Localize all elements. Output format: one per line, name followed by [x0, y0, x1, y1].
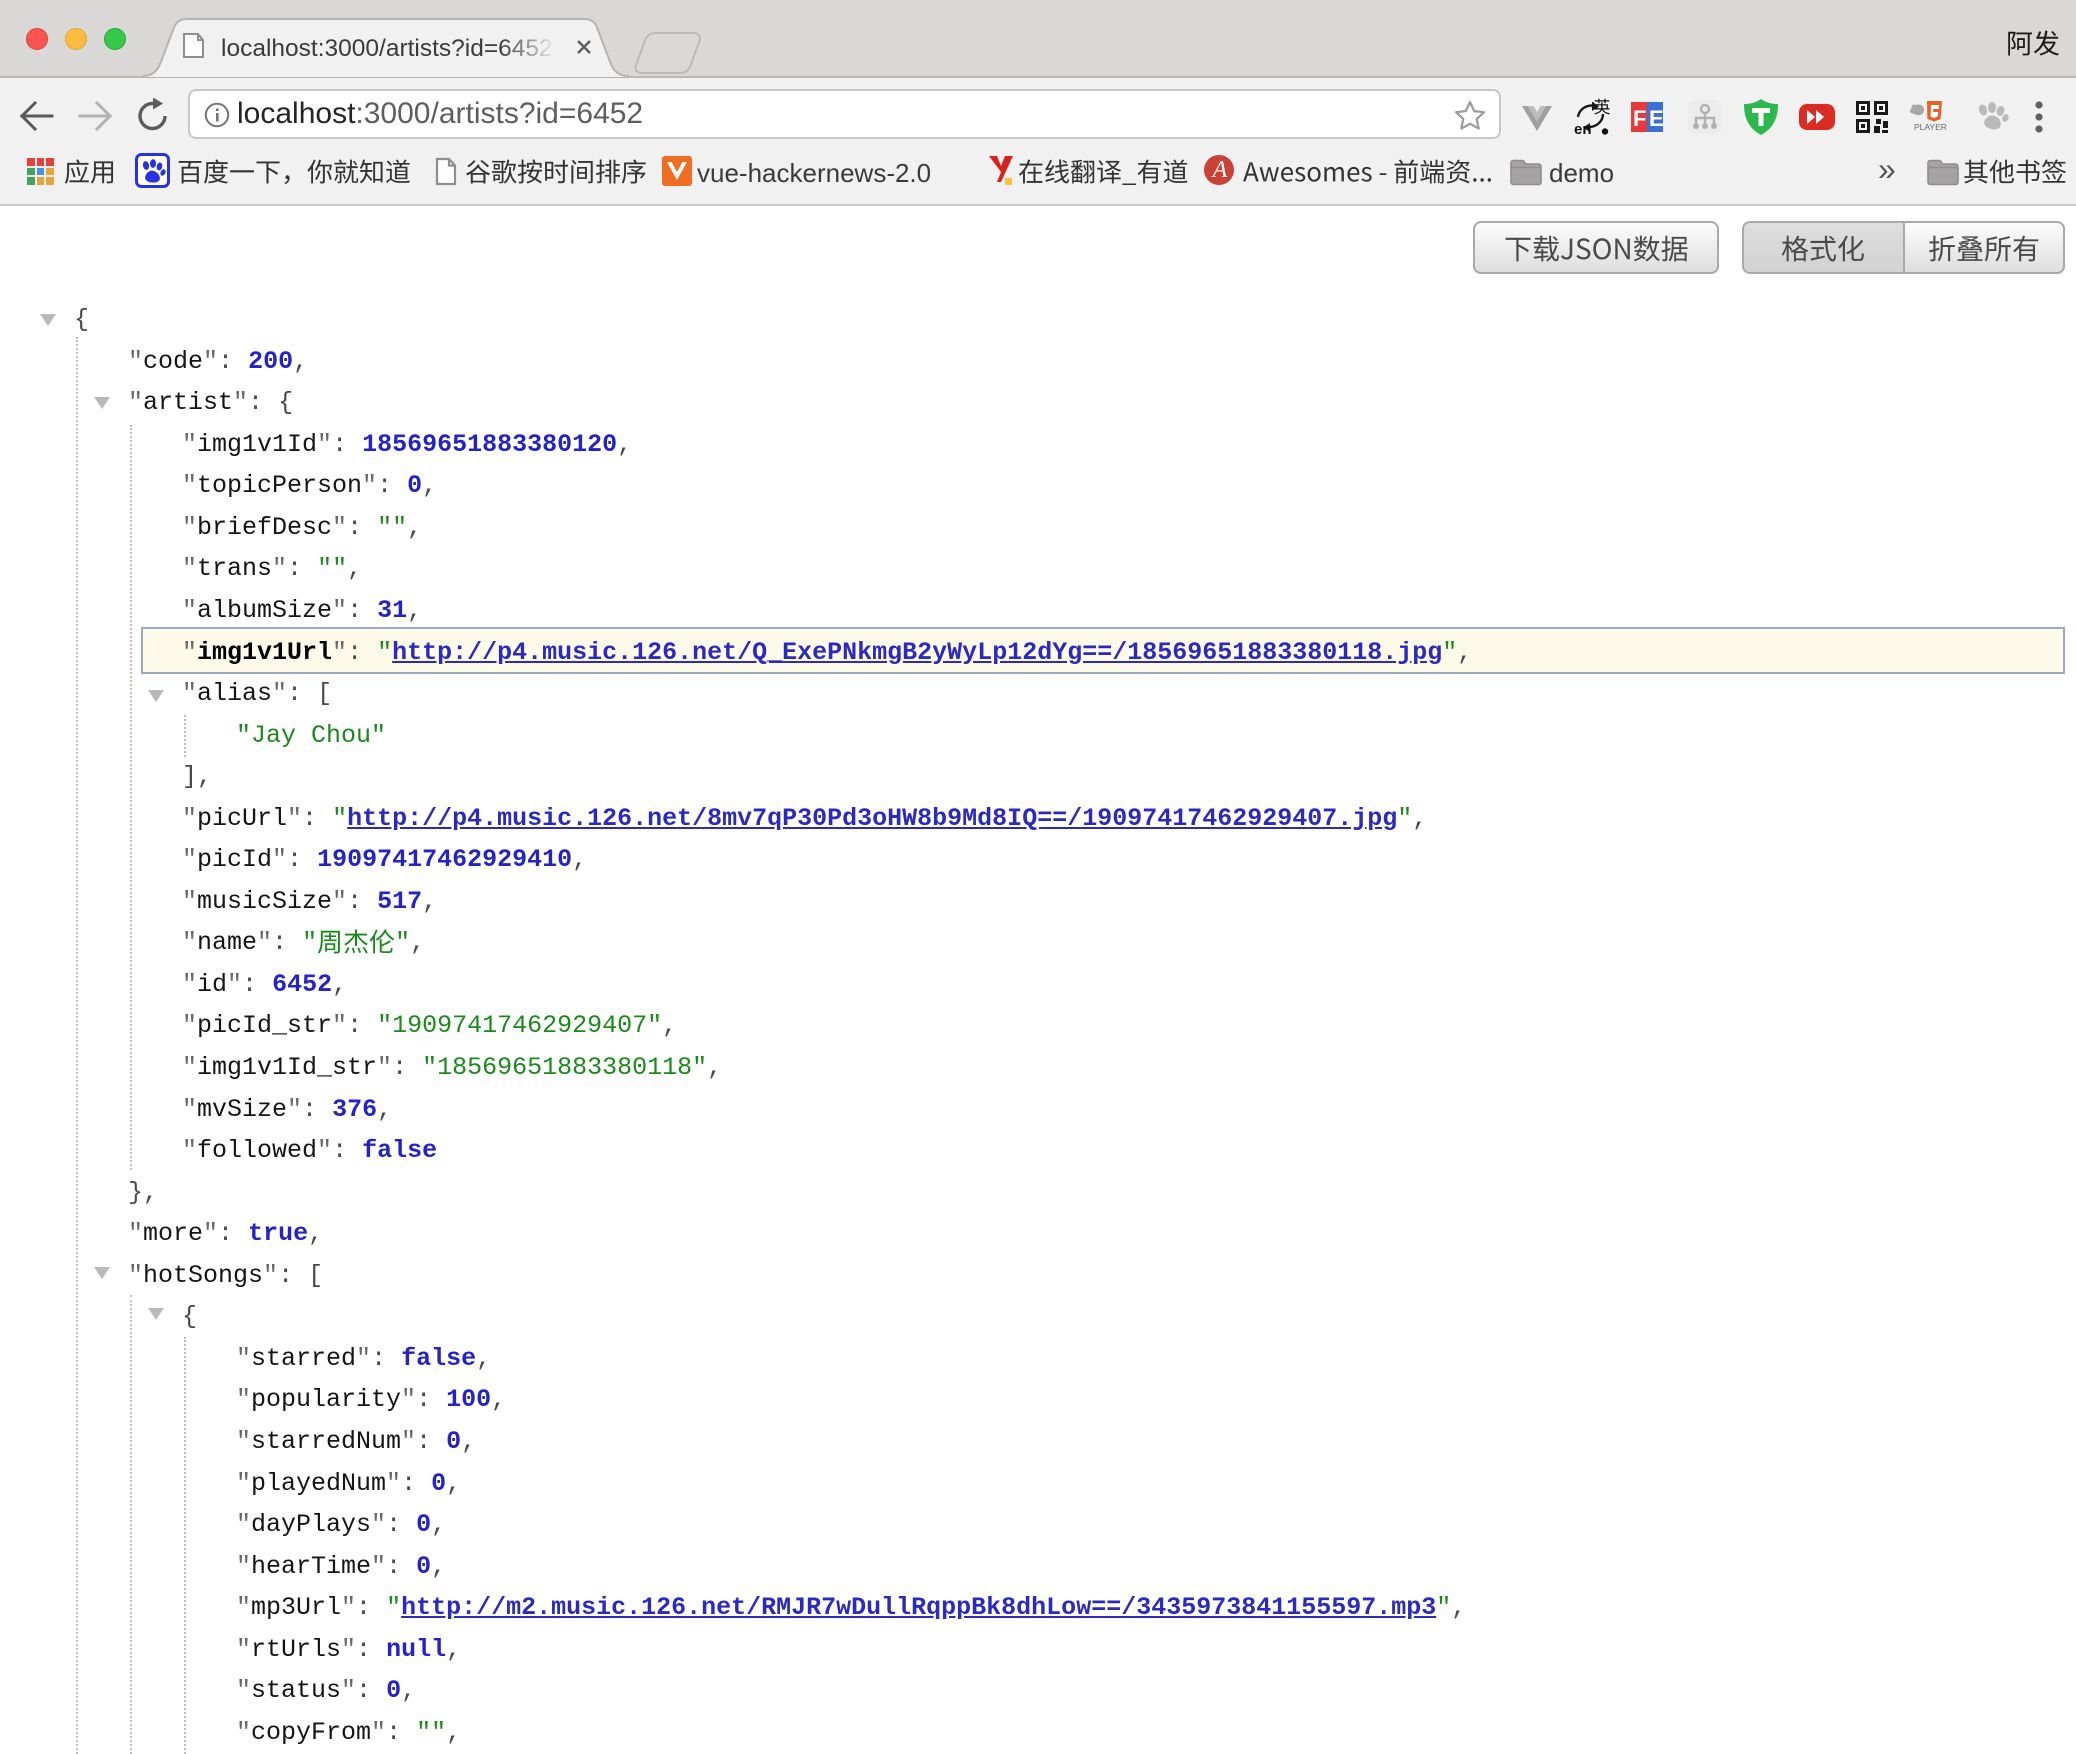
svg-text:en: en	[1574, 121, 1592, 137]
svg-text:F: F	[1633, 106, 1646, 131]
svg-text:PLAYER: PLAYER	[1914, 122, 1947, 132]
svg-text:E: E	[1649, 106, 1664, 131]
